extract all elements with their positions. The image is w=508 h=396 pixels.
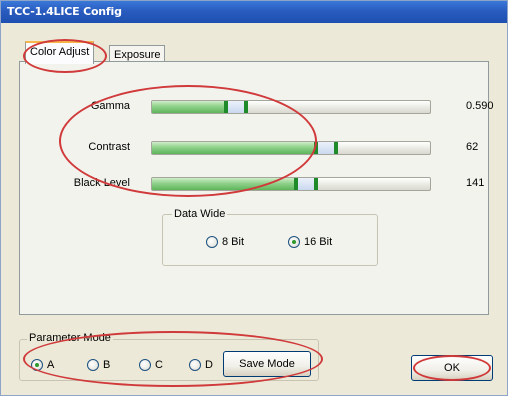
black-level-value: 141 xyxy=(466,177,485,189)
window-title: TCC-1.4LICE Config xyxy=(1,1,507,23)
config-window: TCC-1.4LICE Config Color Adjust Exposure… xyxy=(0,0,508,396)
black-level-slider-fill xyxy=(152,178,306,190)
gamma-label: Gamma xyxy=(90,100,130,112)
save-mode-button[interactable]: Save Mode xyxy=(223,351,311,377)
radio-8-bit-label: 8 Bit xyxy=(222,236,245,248)
gamma-slider-thumb[interactable] xyxy=(224,101,248,113)
data-wide-legend: Data Wide xyxy=(172,208,228,220)
radio-mode-a-label: A xyxy=(47,359,55,371)
black-level-label: Black Level xyxy=(73,177,130,189)
radio-mode-d-label: D xyxy=(205,359,213,371)
radio-mode-d-circle xyxy=(189,359,201,371)
radio-mode-c-label: C xyxy=(155,359,163,371)
black-level-slider-thumb[interactable] xyxy=(294,178,318,190)
radio-8-bit[interactable]: 8 Bit xyxy=(206,236,244,248)
tab-color-adjust[interactable]: Color Adjust xyxy=(25,41,95,64)
gamma-slider[interactable] xyxy=(151,100,431,114)
black-level-slider[interactable] xyxy=(151,177,431,191)
radio-mode-b-circle xyxy=(87,359,99,371)
radio-16-bit-label: 16 Bit xyxy=(304,236,333,248)
radio-mode-b[interactable]: B xyxy=(87,359,110,371)
radio-mode-c[interactable]: C xyxy=(139,359,163,371)
contrast-value: 62 xyxy=(466,141,479,153)
radio-mode-d[interactable]: D xyxy=(189,359,213,371)
data-wide-group xyxy=(162,214,378,266)
radio-mode-a-circle xyxy=(31,359,43,371)
parameter-mode-legend: Parameter Mode xyxy=(27,332,113,344)
contrast-slider[interactable] xyxy=(151,141,431,155)
contrast-label: Contrast xyxy=(88,141,130,153)
ok-button[interactable]: OK xyxy=(411,355,493,381)
contrast-slider-thumb[interactable] xyxy=(314,142,338,154)
radio-mode-c-circle xyxy=(139,359,151,371)
radio-16-bit[interactable]: 16 Bit xyxy=(288,236,332,248)
radio-16-bit-circle xyxy=(288,236,300,248)
radio-8-bit-circle xyxy=(206,236,218,248)
gamma-value: 0.590 xyxy=(466,100,494,112)
contrast-slider-fill xyxy=(152,142,326,154)
radio-mode-b-label: B xyxy=(103,359,111,371)
radio-mode-a[interactable]: A xyxy=(31,359,54,371)
color-adjust-panel: Gamma 0.590 Contrast 62 Black Level 141 … xyxy=(19,61,494,315)
